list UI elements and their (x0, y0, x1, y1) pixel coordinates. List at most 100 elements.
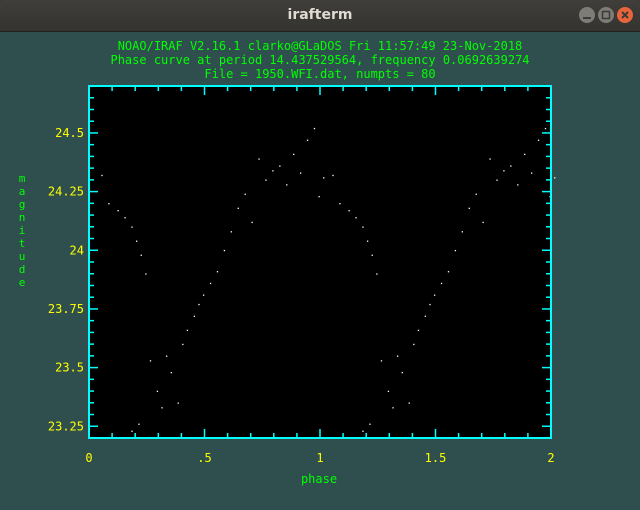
data-point (193, 315, 196, 317)
data-point (138, 423, 140, 425)
y-tick-label: 24.25 (48, 185, 84, 199)
data-point (306, 139, 309, 141)
data-point (117, 210, 119, 212)
data-point (177, 402, 179, 404)
data-point (101, 174, 103, 177)
data-point (366, 240, 369, 242)
data-point (401, 371, 403, 374)
minimize-icon (583, 17, 591, 19)
y-tick-label: 23.75 (48, 302, 84, 316)
data-point (124, 217, 126, 219)
data-point (397, 355, 399, 357)
data-point (537, 139, 540, 141)
data-point (293, 153, 295, 156)
data-point (258, 158, 260, 160)
close-button[interactable] (617, 7, 633, 23)
x-tick-label: 1 (316, 451, 323, 465)
data-point (223, 249, 226, 252)
data-point (108, 203, 110, 205)
y-tick-label: 24.5 (55, 126, 84, 140)
data-point (279, 165, 281, 167)
data-point (131, 430, 133, 432)
data-point (496, 179, 498, 181)
data-point (482, 221, 484, 224)
data-point (140, 254, 142, 256)
data-point (237, 207, 239, 209)
graphics-area[interactable]: NOAO/IRAF V2.16.1 clarko@GLaDOS Fri 11:5… (0, 32, 640, 510)
plot-background (89, 86, 551, 438)
data-point (355, 217, 357, 219)
data-point (332, 174, 334, 177)
data-point (369, 423, 371, 425)
data-point (182, 343, 184, 346)
data-point (461, 231, 463, 233)
irafterm-window: irafterm NOAO/IRAF V2.16.1 clarko@GLaDOS… (0, 0, 640, 510)
data-point (517, 184, 519, 186)
data-point (286, 184, 288, 186)
data-point (489, 158, 491, 160)
phase-curve-plot: 0 .5 1 1.5 2 23.25 23.5 23.75 24 24.25 24.5 phase (48, 85, 556, 486)
data-point (348, 210, 350, 212)
x-tick-label: 0 (85, 451, 92, 465)
y-tick-label: 24 (70, 243, 84, 257)
data-point (339, 203, 341, 205)
data-point (424, 315, 427, 317)
x-axis-label: phase (301, 472, 337, 486)
window-title: irafterm (287, 7, 353, 23)
data-point (161, 407, 163, 409)
minimize-button[interactable] (579, 7, 595, 23)
x-tick-label: 2 (547, 451, 554, 465)
data-point (554, 177, 556, 179)
data-point (313, 127, 316, 130)
data-point (417, 329, 420, 332)
data-point (251, 221, 253, 224)
title-bar[interactable]: irafterm (0, 0, 640, 32)
data-point (186, 329, 189, 332)
data-point (362, 430, 364, 432)
data-point (454, 249, 457, 252)
data-point (230, 231, 232, 233)
data-point (413, 343, 415, 346)
data-point (318, 195, 320, 198)
x-tick-label: 1.5 (425, 451, 447, 465)
data-point (170, 371, 172, 374)
data-point (265, 179, 267, 181)
x-tick-label: .5 (197, 451, 211, 465)
data-point (440, 282, 443, 285)
data-point (272, 170, 274, 172)
data-point (530, 172, 533, 174)
data-point (149, 360, 152, 362)
data-point (216, 271, 219, 273)
data-point (544, 127, 547, 130)
data-point (156, 390, 159, 393)
data-point (244, 193, 246, 195)
y-tick-label: 23.25 (48, 419, 84, 433)
data-point (202, 294, 205, 296)
data-point (323, 177, 325, 179)
data-point (433, 294, 436, 296)
data-point (387, 390, 390, 393)
data-point (503, 170, 505, 172)
data-point (475, 193, 477, 195)
data-point (468, 207, 470, 209)
close-icon (621, 11, 629, 19)
data-point (145, 273, 147, 275)
data-point (362, 226, 364, 228)
data-point (371, 254, 373, 256)
data-point (299, 172, 302, 174)
y-tick-label: 23.5 (55, 361, 84, 375)
data-point (209, 282, 212, 285)
data-point (131, 226, 133, 228)
data-point (376, 273, 378, 275)
data-point (524, 153, 526, 156)
data-point (447, 271, 450, 273)
data-point (392, 407, 394, 409)
data-point (429, 303, 431, 306)
data-point (510, 165, 512, 167)
data-point (135, 240, 138, 242)
maximize-button[interactable] (598, 7, 614, 23)
maximize-icon (601, 10, 611, 20)
data-point (408, 402, 410, 404)
data-point (380, 360, 383, 362)
data-point (166, 355, 168, 357)
